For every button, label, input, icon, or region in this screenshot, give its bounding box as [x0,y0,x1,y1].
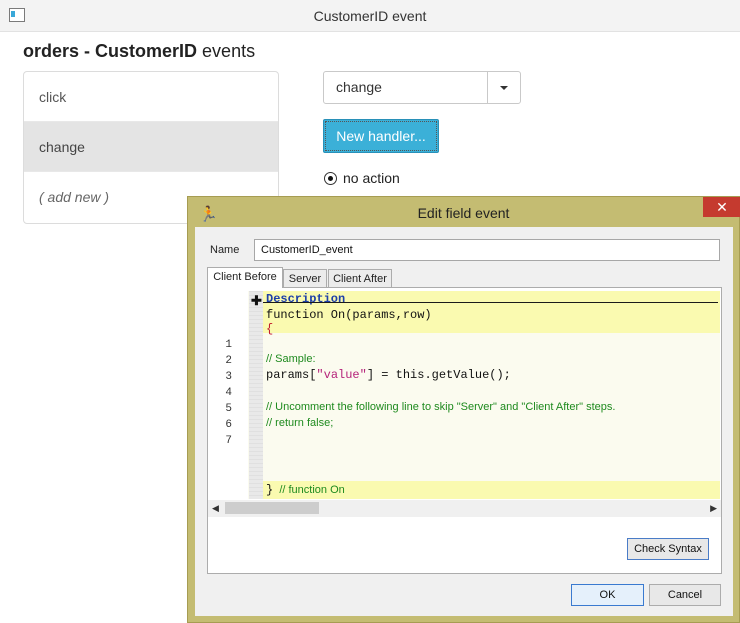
name-label: Name [210,244,240,256]
no-action-radio-label: no action [343,170,400,186]
ok-button[interactable]: OK [571,584,644,606]
code-string: "value" [316,368,367,382]
event-item-change[interactable]: change [24,122,278,172]
event-type-select-value: change [336,79,382,95]
code-token: ] [366,368,375,382]
code-comment-uncomment: // Uncomment the following line to skip … [266,401,616,413]
event-item-click[interactable]: click [24,72,278,122]
close-icon: ✕ [716,199,728,215]
horizontal-scrollbar[interactable]: ◀ ▶ [208,500,721,517]
tab-client-after[interactable]: Client After [328,269,392,287]
code-comment-sample: // Sample: [266,353,316,365]
code-token: = this.getValue [374,368,490,382]
tab-server[interactable]: Server [283,269,327,287]
edit-field-event-dialog: 🏃 Edit field event ✕ Name CustomerID_eve… [187,196,740,623]
code-close-line: } // function On [266,483,345,497]
new-handler-button[interactable]: New handler... [323,119,439,153]
cancel-button[interactable]: Cancel [649,584,721,606]
check-syntax-button[interactable]: Check Syntax [627,538,709,560]
line-number: 7 [225,435,232,447]
description-divider [263,302,718,303]
line-number: 3 [225,371,232,383]
event-type-select[interactable]: change [323,71,521,104]
dialog-body: Name CustomerID_event Client Before Serv… [195,227,733,616]
line-number: 4 [225,387,232,399]
code-close-comment: // function On [273,484,345,496]
code-description: Description [266,292,346,306]
scroll-left-icon[interactable]: ◀ [212,503,219,514]
close-button[interactable]: ✕ [703,197,740,217]
line-number-gutter: 1 2 3 4 5 6 7 [208,291,248,499]
line-number: 2 [225,355,232,367]
no-action-radio[interactable] [324,172,337,185]
code-comment-return: // return false; [266,417,334,429]
scroll-right-icon[interactable]: ▶ [710,503,717,514]
dialog-title: Edit field event [417,205,510,221]
tab-client-before[interactable]: Client Before [207,267,283,288]
code-fold-margin [249,291,263,499]
code-function-header: function On(params,row) [266,308,432,322]
line-number: 1 [225,339,232,351]
scrollbar-thumb[interactable] [225,502,319,514]
code-editor-panel: ✚ Description function On(params,row) { … [207,287,722,574]
line-number: 6 [225,419,232,431]
page-title: orders - CustomerID events [23,41,255,62]
code-token: (); [489,368,511,382]
code-token: params [266,368,310,382]
chevron-down-icon[interactable] [487,72,520,103]
window-title: CustomerID event [313,8,427,24]
window-title-bar: CustomerID event [0,0,740,32]
code-open-brace: { [266,322,274,336]
expand-icon[interactable]: ✚ [251,293,262,309]
code-params-line: params["value"] = this.getValue(); [266,368,511,382]
line-number: 5 [225,403,232,415]
page-title-table-field: orders - CustomerID [23,41,198,61]
page-title-suffix: events [197,41,256,61]
name-field[interactable]: CustomerID_event [254,239,720,261]
